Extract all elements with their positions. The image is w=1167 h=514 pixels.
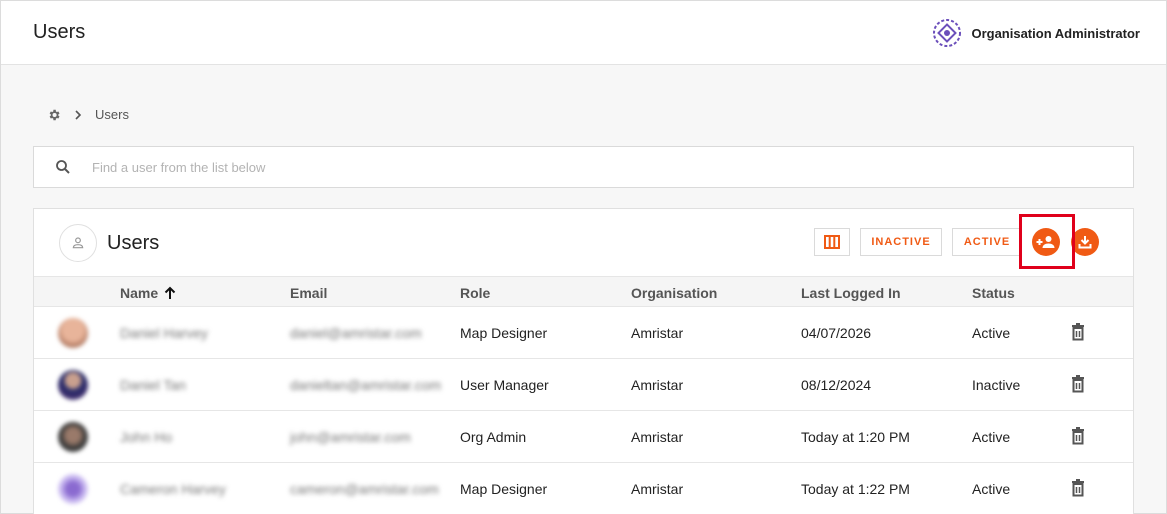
table-row[interactable]: Daniel Harvey daniel@amristar.com Map De…: [34, 307, 1133, 359]
org-name: Organisation Administrator: [971, 25, 1140, 41]
user-name: Daniel Harvey: [120, 325, 208, 341]
user-name: Daniel Tan: [120, 377, 186, 393]
column-status-header[interactable]: Status: [972, 285, 1015, 301]
trash-icon[interactable]: [1071, 375, 1085, 393]
download-button[interactable]: [1071, 228, 1099, 256]
download-icon: [1078, 236, 1092, 249]
trash-icon[interactable]: [1071, 323, 1085, 341]
columns-button[interactable]: [814, 228, 850, 256]
search-icon: [56, 160, 70, 174]
user-icon: [59, 224, 97, 262]
trash-icon[interactable]: [1071, 427, 1085, 445]
user-status: Active: [972, 481, 1011, 497]
column-email-header[interactable]: Email: [290, 285, 327, 301]
avatar: [58, 474, 88, 504]
arrow-up-icon: [164, 286, 176, 299]
users-card: Users INACTIVE ACTIVE Name Email Role Or…: [33, 208, 1134, 514]
user-organisation: Amristar: [631, 481, 684, 497]
avatar: [58, 370, 88, 400]
table-row[interactable]: Cameron Harvey cameron@amristar.com Map …: [34, 463, 1133, 514]
column-role-header[interactable]: Role: [460, 285, 490, 301]
column-last-logged-in-header[interactable]: Last Logged In: [801, 285, 901, 301]
user-email: daniel@amristar.com: [290, 325, 422, 341]
column-organisation-header[interactable]: Organisation: [631, 285, 717, 301]
active-filter-button[interactable]: ACTIVE: [952, 228, 1022, 256]
user-email: cameron@amristar.com: [290, 481, 439, 497]
user-role: User Manager: [460, 377, 549, 393]
table-header: Name Email Role Organisation Last Logged…: [34, 276, 1133, 307]
user-status: Active: [972, 429, 1011, 445]
column-name-header[interactable]: Name: [120, 285, 176, 301]
user-last-logged-in: 08/12/2024: [801, 377, 872, 393]
page-title: Users: [33, 21, 86, 43]
user-role: Map Designer: [460, 481, 548, 497]
table-row[interactable]: Daniel Tan danieltan@amristar.com User M…: [34, 359, 1133, 411]
columns-icon: [824, 235, 840, 249]
inactive-filter-button[interactable]: INACTIVE: [860, 228, 942, 256]
avatar: [58, 422, 88, 452]
user-last-logged-in: 04/07/2026: [801, 325, 872, 341]
chevron-right-icon: [75, 109, 82, 120]
user-last-logged-in: Today at 1:20 PM: [801, 429, 910, 445]
user-organisation: Amristar: [631, 429, 684, 445]
top-bar: Users Organisation Administrator: [1, 1, 1166, 65]
table-row[interactable]: John Ho john@amristar.com Org Admin Amri…: [34, 411, 1133, 463]
highlight-box: [1019, 214, 1075, 269]
search-bar: [33, 146, 1134, 188]
gear-icon[interactable]: [47, 108, 61, 122]
trash-icon[interactable]: [1071, 479, 1085, 497]
user-organisation: Amristar: [631, 325, 684, 341]
user-email: danieltan@amristar.com: [290, 377, 442, 393]
user-status: Active: [972, 325, 1011, 341]
org-badge[interactable]: Organisation Administrator: [931, 17, 1140, 49]
search-input[interactable]: [92, 159, 892, 175]
user-last-logged-in: Today at 1:22 PM: [801, 481, 910, 497]
user-status: Inactive: [972, 377, 1021, 393]
user-email: john@amristar.com: [290, 429, 411, 445]
user-role: Map Designer: [460, 325, 548, 341]
user-role: Org Admin: [460, 429, 527, 445]
breadcrumb-current: Users: [95, 107, 129, 122]
card-title: Users: [107, 232, 160, 254]
org-logo-icon: [933, 19, 962, 47]
user-name: John Ho: [120, 429, 173, 445]
user-organisation: Amristar: [631, 377, 684, 393]
avatar: [58, 318, 88, 348]
user-name: Cameron Harvey: [120, 481, 226, 497]
breadcrumb: Users: [47, 107, 129, 122]
card-header: Users INACTIVE ACTIVE: [34, 209, 1133, 276]
